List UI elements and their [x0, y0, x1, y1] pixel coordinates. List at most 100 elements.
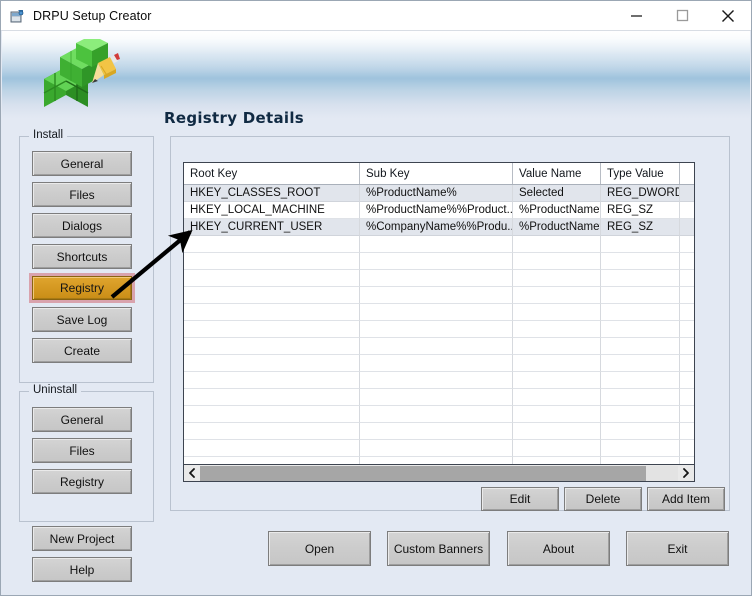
- cell-empty: [513, 304, 601, 321]
- add-item-button[interactable]: Add Item: [647, 487, 725, 511]
- cell-empty: [680, 457, 694, 465]
- app-setup-icon: [9, 8, 25, 24]
- install-button-general[interactable]: General: [32, 151, 132, 176]
- cell-empty: [601, 270, 680, 287]
- cell-empty: [601, 355, 680, 372]
- button-label: Save Log: [57, 313, 108, 327]
- install-button-dialogs[interactable]: Dialogs: [32, 213, 132, 238]
- table-row-empty[interactable]: [184, 423, 694, 440]
- maximize-button[interactable]: [659, 1, 705, 30]
- uninstall-button-registry[interactable]: Registry: [32, 469, 132, 494]
- install-button-save-log[interactable]: Save Log: [32, 307, 132, 332]
- button-label: About: [543, 542, 574, 556]
- scrollbar-track[interactable]: [646, 466, 678, 481]
- cell-empty: [184, 440, 360, 457]
- header-banner: Registry Details: [2, 31, 750, 126]
- cell-empty: [360, 457, 513, 465]
- table-row-empty[interactable]: [184, 372, 694, 389]
- minimize-icon: [630, 9, 643, 22]
- open-button[interactable]: Open: [268, 531, 371, 566]
- table-row-empty[interactable]: [184, 338, 694, 355]
- cell-empty: [680, 287, 694, 304]
- column-header-spacer[interactable]: [680, 163, 694, 184]
- cell-empty: [513, 389, 601, 406]
- maximize-icon: [676, 9, 689, 22]
- cell-empty: [601, 457, 680, 465]
- cell-empty: [601, 253, 680, 270]
- cell-empty: [360, 304, 513, 321]
- new-project-button[interactable]: New Project: [32, 526, 132, 551]
- delete-button[interactable]: Delete: [564, 487, 642, 511]
- cell-empty: [184, 423, 360, 440]
- help-button[interactable]: Help: [32, 557, 132, 582]
- table-row-empty[interactable]: [184, 304, 694, 321]
- button-label: Shortcuts: [57, 250, 108, 264]
- table-row[interactable]: HKEY_CURRENT_USER %CompanyName%%Produ...…: [184, 219, 694, 236]
- table-row[interactable]: HKEY_CLASSES_ROOT %ProductName% Selected…: [184, 185, 694, 202]
- cell-type-value: REG_SZ: [601, 219, 680, 236]
- install-button-registry[interactable]: Registry: [32, 276, 132, 300]
- button-label: Edit: [510, 492, 531, 506]
- table-row-empty[interactable]: [184, 287, 694, 304]
- cell-empty: [680, 372, 694, 389]
- grid-horizontal-scrollbar[interactable]: [183, 465, 695, 482]
- table-row[interactable]: HKEY_LOCAL_MACHINE %ProductName%%Product…: [184, 202, 694, 219]
- cell-empty: [513, 270, 601, 287]
- custom-banners-button[interactable]: Custom Banners: [387, 531, 490, 566]
- exit-button[interactable]: Exit: [626, 531, 729, 566]
- cell-root-key: HKEY_CURRENT_USER: [184, 219, 360, 236]
- minimize-button[interactable]: [613, 1, 659, 30]
- cell-spacer: [680, 185, 694, 202]
- cell-empty: [680, 321, 694, 338]
- cell-empty: [513, 287, 601, 304]
- button-label: Custom Banners: [394, 542, 483, 556]
- button-label: Create: [64, 344, 100, 358]
- cell-empty: [184, 253, 360, 270]
- uninstall-group-legend: Uninstall: [29, 384, 81, 396]
- button-label: Registry: [60, 475, 104, 489]
- cell-empty: [513, 457, 601, 465]
- cell-value-name: %ProductName%: [513, 202, 601, 219]
- cell-empty: [601, 321, 680, 338]
- table-row-empty[interactable]: [184, 440, 694, 457]
- application-window: DRPU Setup Creator: [0, 0, 752, 596]
- cell-empty: [360, 338, 513, 355]
- registry-table-panel: Root Key Sub Key Value Name Type Value H…: [170, 136, 730, 511]
- grid-empty-rows: [184, 236, 694, 465]
- install-button-files[interactable]: Files: [32, 182, 132, 207]
- column-header-sub-key[interactable]: Sub Key: [360, 163, 513, 184]
- column-header-root-key[interactable]: Root Key: [184, 163, 360, 184]
- cell-empty: [680, 355, 694, 372]
- edit-button[interactable]: Edit: [481, 487, 559, 511]
- cell-spacer: [680, 219, 694, 236]
- column-header-type-value[interactable]: Type Value: [601, 163, 680, 184]
- table-row-empty[interactable]: [184, 457, 694, 465]
- about-button[interactable]: About: [507, 531, 610, 566]
- uninstall-button-general[interactable]: General: [32, 407, 132, 432]
- button-label: New Project: [50, 532, 115, 546]
- cell-empty: [360, 440, 513, 457]
- cell-empty: [184, 389, 360, 406]
- chevron-right-icon[interactable]: [678, 466, 694, 481]
- scrollbar-thumb[interactable]: [200, 466, 646, 481]
- table-row-empty[interactable]: [184, 389, 694, 406]
- table-row-empty[interactable]: [184, 321, 694, 338]
- table-row-empty[interactable]: [184, 270, 694, 287]
- column-header-value-name[interactable]: Value Name: [513, 163, 601, 184]
- install-button-create[interactable]: Create: [32, 338, 132, 363]
- chevron-left-icon[interactable]: [184, 466, 200, 481]
- cell-sub-key: %CompanyName%%Produ...: [360, 219, 513, 236]
- uninstall-button-files[interactable]: Files: [32, 438, 132, 463]
- table-row-empty[interactable]: [184, 406, 694, 423]
- cell-root-key: HKEY_LOCAL_MACHINE: [184, 202, 360, 219]
- cell-empty: [513, 236, 601, 253]
- table-row-empty[interactable]: [184, 355, 694, 372]
- cell-empty: [360, 355, 513, 372]
- install-button-shortcuts[interactable]: Shortcuts: [32, 244, 132, 269]
- table-row-empty[interactable]: [184, 236, 694, 253]
- cell-sub-key: %ProductName%%Product...: [360, 202, 513, 219]
- registry-grid[interactable]: Root Key Sub Key Value Name Type Value H…: [183, 162, 695, 465]
- table-row-empty[interactable]: [184, 253, 694, 270]
- close-button[interactable]: [705, 1, 751, 30]
- install-group-legend: Install: [29, 129, 67, 141]
